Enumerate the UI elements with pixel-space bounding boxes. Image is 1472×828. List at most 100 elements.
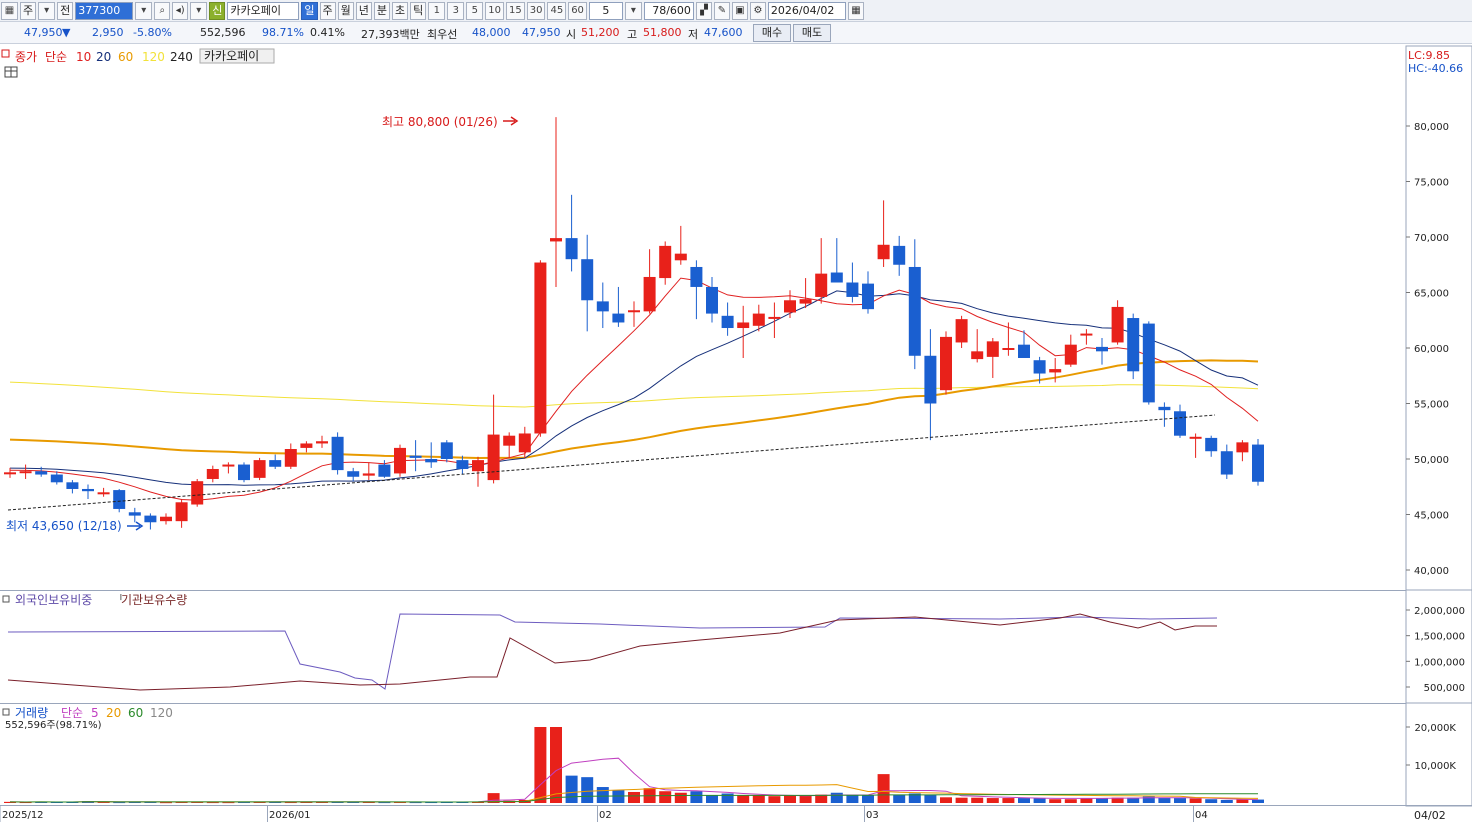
- volume-bar: [674, 792, 687, 803]
- candle-body: [612, 313, 625, 323]
- period-month-button[interactable]: 월: [337, 1, 354, 20]
- candle-body: [284, 449, 297, 467]
- foreign-ratio-line: [7, 613, 1218, 690]
- candle-body: [394, 447, 406, 474]
- interval-15-button[interactable]: 15: [505, 1, 525, 20]
- candle-body: [1174, 411, 1186, 436]
- candle-body: [1127, 318, 1140, 372]
- gear-icon[interactable]: ⚙: [749, 1, 766, 20]
- candle-body: [269, 460, 282, 467]
- buy-button[interactable]: 매수: [753, 24, 791, 42]
- price-axis-label: 45,000: [1414, 511, 1449, 522]
- volume-bar: [565, 775, 578, 803]
- best-ask: 48,000: [472, 26, 511, 39]
- candle-body: [830, 272, 843, 283]
- candle-body: [940, 336, 952, 391]
- period-tick-button[interactable]: 틱: [410, 1, 427, 20]
- chevron-down-icon[interactable]: ▾: [190, 1, 208, 20]
- interval-60-button[interactable]: 60: [568, 1, 587, 20]
- period-second-button[interactable]: 초: [392, 1, 409, 20]
- high-annotation: 최고 80,800 (01/26): [382, 115, 498, 129]
- stock-label: 카카오페이: [204, 49, 259, 63]
- stock-code-input[interactable]: 377300: [75, 1, 134, 20]
- candle-body: [1049, 369, 1062, 373]
- candle-body: [222, 464, 235, 467]
- code-dropdown-icon[interactable]: ▾: [135, 1, 153, 20]
- volume-bar: [1096, 798, 1108, 803]
- interval-dropdown-icon[interactable]: ▾: [624, 1, 642, 20]
- candle-body: [35, 471, 48, 475]
- price-panel: [0, 46, 1406, 590]
- chevron-down-icon[interactable]: ▾: [38, 1, 56, 20]
- hc-value: HC:-40.66: [1408, 62, 1463, 75]
- low-annotation: 최저 43,650 (12/18): [6, 519, 122, 533]
- legend-marker: [2, 595, 10, 603]
- price-axis-label: 40,000: [1414, 566, 1449, 577]
- candle-body: [144, 515, 157, 523]
- candle-body: [846, 282, 859, 297]
- candle-body: [784, 300, 796, 313]
- scope-select[interactable]: 전: [57, 1, 74, 20]
- interval-1-button[interactable]: 1: [428, 1, 446, 20]
- candle-body: [924, 355, 937, 404]
- volume-bar: [1174, 798, 1186, 803]
- volume-bar: [550, 727, 562, 803]
- calendar-icon[interactable]: ▦: [847, 1, 864, 20]
- x-label-dec: 2025/12: [2, 810, 44, 821]
- volume-bar: [971, 797, 984, 803]
- interval-45-button[interactable]: 45: [547, 1, 567, 20]
- candle-body: [986, 341, 999, 357]
- candle-body: [815, 273, 828, 297]
- volume-info: 552,596주(98.71%): [5, 720, 102, 731]
- open-label: 시: [566, 28, 577, 41]
- candle-body: [362, 473, 375, 476]
- draw-tool-icon[interactable]: ✎: [713, 1, 730, 20]
- chart-settings-icon[interactable]: ▞: [695, 1, 712, 20]
- price-axis-label: 55,000: [1414, 400, 1449, 411]
- legend-vma20: 20: [106, 706, 121, 720]
- interval-3-button[interactable]: 3: [447, 1, 465, 20]
- candle-body: [440, 442, 453, 459]
- period-year-button[interactable]: 년: [355, 1, 372, 20]
- volume-bar: [1236, 799, 1249, 803]
- volume-bar: [612, 790, 625, 803]
- candle-body: [1080, 333, 1093, 336]
- menu-icon[interactable]: ▦: [1, 1, 18, 20]
- interval-5-button[interactable]: 5: [466, 1, 484, 20]
- volume-bar: [1220, 799, 1233, 803]
- candle-body: [737, 322, 750, 329]
- interval-10-button[interactable]: 10: [485, 1, 504, 20]
- price-change: 2,950: [92, 26, 124, 39]
- period-day-button[interactable]: 일: [301, 1, 318, 20]
- volume-bar: [1205, 799, 1218, 803]
- candle-body: [893, 245, 906, 265]
- save-icon[interactable]: ▣: [731, 1, 748, 20]
- volume-bar: [877, 774, 890, 803]
- candle-body: [1236, 442, 1249, 453]
- period-week-button[interactable]: 주: [319, 1, 336, 20]
- interval-input[interactable]: 5: [588, 1, 623, 20]
- period-minute-button[interactable]: 분: [373, 1, 390, 20]
- legend-ma120: 120: [142, 50, 165, 64]
- chart-area[interactable]: 종가 단순 10 20 60 120 240 카카오페이 LC:9.85 HC:…: [0, 44, 1472, 825]
- volume-bar: [924, 795, 937, 803]
- stock-chart[interactable]: 종가 단순 10 20 60 120 240 카카오페이 LC:9.85 HC:…: [0, 44, 1472, 825]
- price-change-pct: -5.80%: [133, 26, 172, 39]
- volume-ratio: 98.71%: [262, 26, 304, 39]
- sell-button[interactable]: 매도: [793, 24, 831, 42]
- speaker-icon[interactable]: ◂): [172, 1, 189, 20]
- best-bid: 47,950: [522, 26, 561, 39]
- legend-ma10: 10: [76, 50, 91, 64]
- volume-bar: [534, 727, 547, 803]
- candle-body: [113, 490, 126, 509]
- candle-body: [97, 492, 110, 495]
- candle-body: [955, 319, 968, 343]
- search-icon[interactable]: ⌕: [154, 1, 171, 20]
- high-label: 고: [627, 28, 638, 41]
- candle-body: [628, 310, 640, 313]
- market-type-select[interactable]: 주: [20, 1, 37, 20]
- interval-30-button[interactable]: 30: [526, 1, 546, 20]
- candle-body: [50, 474, 63, 483]
- date-field[interactable]: 2026/04/02: [767, 1, 846, 20]
- zoom-count-field[interactable]: 78/600: [643, 1, 694, 20]
